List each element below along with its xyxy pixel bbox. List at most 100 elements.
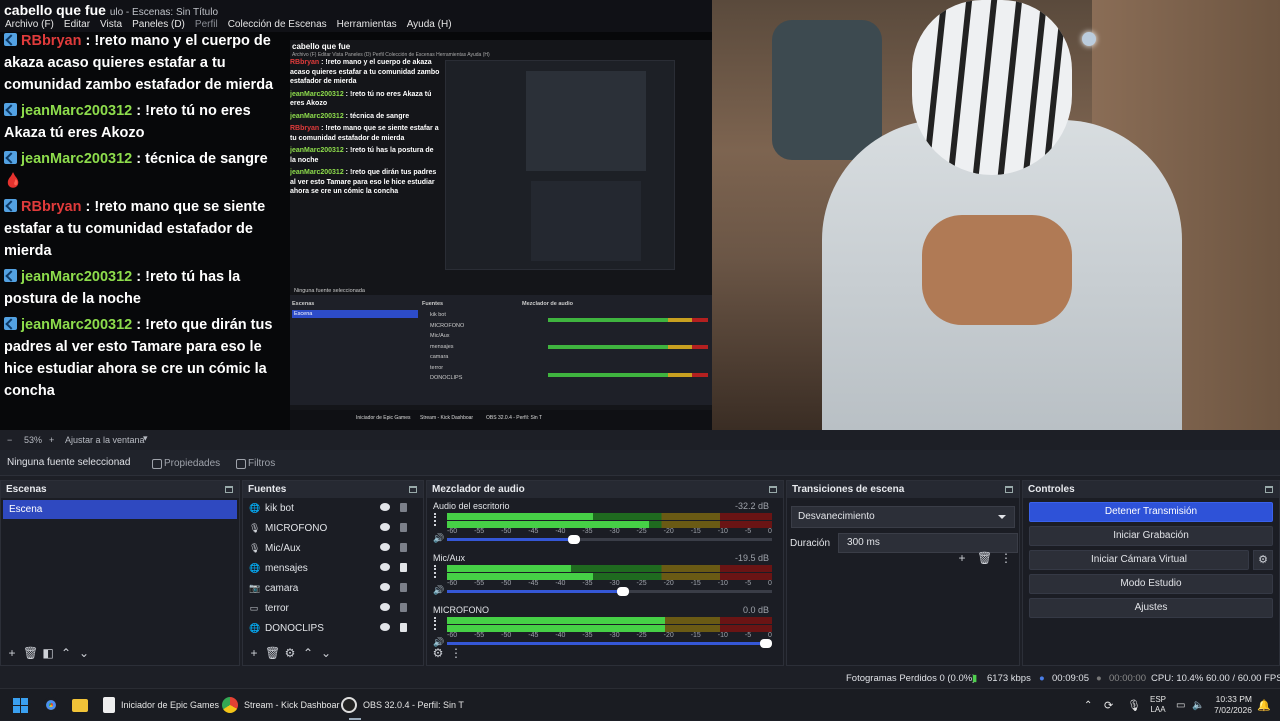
scene-item[interactable]: Escena [3,500,237,519]
filter-icon[interactable]: ◧ [41,646,55,660]
sync-icon[interactable]: ⟳ [1104,689,1113,721]
trash-icon[interactable]: 🗑 [265,646,280,660]
virtual-camera-button[interactable]: Iniciar Cámara Virtual [1029,550,1249,570]
tray-chevron-icon[interactable]: ⌃ [1084,689,1092,721]
chat-message: jeanMarc200312 : !reto que dirán tus pad… [4,314,276,402]
level-meter [447,513,772,520]
lock-icon[interactable] [400,583,407,592]
channel-menu-icon[interactable] [434,513,438,526]
mixer-channel: Mic/Aux -19.5 dB -60 -55 -50 -45 -40 -35 -30 -25-… [427,550,783,602]
eye-icon[interactable] [380,583,390,591]
trash-icon[interactable]: 🗑 [23,646,38,660]
source-item[interactable]: 📷 camara [243,578,423,598]
volume-slider[interactable] [447,587,772,596]
source-item[interactable]: ▭ terror [243,598,423,618]
taskbar-epic-games[interactable]: Iniciador de Epic Games [103,689,219,721]
trash-icon[interactable]: 🗑 [977,551,992,565]
stream-icon: ● [1039,673,1045,684]
move-down-icon[interactable]: ⌄ [77,646,91,660]
scenes-dock: Escenas Escena + 🗑 ◧ ⌃ ⌄ [0,480,240,666]
source-item[interactable]: 🌐 DONOCLIPS [243,618,423,638]
eye-icon[interactable] [380,603,390,611]
menu-dots-icon[interactable]: ⋮ [449,646,463,660]
lock-icon[interactable] [400,523,407,532]
speaker-icon[interactable]: 🔊 [433,533,444,544]
zoom-out-button[interactable]: − [7,435,12,445]
nested-taskbar: Iniciador de Epic Games Stream - Kick Da… [290,410,712,430]
overlay-title: cabello que fue ulo - Escenas: Sin Títul… [4,2,219,18]
windows-taskbar: Iniciador de Epic Games Stream - Kick Da… [0,688,1280,720]
lock-icon[interactable] [400,603,407,612]
start-recording-button[interactable]: Iniciar Grabación [1029,526,1273,546]
channel-menu-icon[interactable] [434,565,438,578]
source-item[interactable]: 🌐 mensajes [243,558,423,578]
mixer-channels: Audio del escritorio -32.2 dB -60 -55 -50 -45… [427,498,783,654]
fit-window-dropdown[interactable]: Ajustar a la ventana [65,435,145,445]
eye-icon[interactable] [380,543,390,551]
move-up-icon[interactable]: ⌃ [59,646,73,660]
start-button[interactable] [13,689,28,721]
undock-icon[interactable] [409,486,417,493]
menu-dots-icon[interactable]: ⋮ [999,551,1013,565]
stream-time: 00:09:05 [1052,673,1089,684]
transition-select[interactable]: Desvanecimiento [791,506,1015,528]
mixer-gear-icon[interactable]: ⚙ [431,646,445,660]
chevron-down-icon[interactable]: ▾ [143,433,148,444]
gear-icon[interactable]: ⚙ [283,646,297,660]
mic-icon[interactable]: 🎙 [1127,689,1141,721]
eye-icon[interactable] [380,523,390,531]
network-icon[interactable]: ▭ [1176,689,1185,721]
lock-icon[interactable] [400,563,407,572]
nested-scene-item: Escena [292,310,418,318]
add-scene-icon[interactable]: + [5,646,19,660]
move-down-icon[interactable]: ⌄ [319,646,333,660]
lock-icon[interactable] [400,503,407,512]
undock-icon[interactable] [769,486,777,493]
nested-recursive-preview [445,60,675,270]
volume-icon[interactable]: 🔈 [1192,689,1204,721]
source-item[interactable]: 🎙 MICROFONO [243,518,423,538]
tick-label: -40 [555,580,566,587]
duration-input[interactable]: 300 ms [838,533,1019,553]
taskbar-kick-dashboard[interactable]: Stream - Kick Dashboar [222,689,340,721]
sources-dock: Fuentes 🌐 kik bot 🎙 MICROFONO 🎙 Mic/Aux 🌐 mensa… [242,480,424,666]
tick-label: -5 [744,632,752,639]
no-source-label: Ninguna fuente seleccionad [7,457,131,468]
undock-icon[interactable] [225,486,233,493]
filters-button[interactable]: Filtros [234,454,275,473]
level-meter [447,625,772,632]
zoom-in-button[interactable]: + [49,435,54,445]
studio-mode-button[interactable]: Modo Estudio [1029,574,1273,594]
clock[interactable]: 10:33 PM 7/02/2026 [1212,689,1252,721]
channel-menu-icon[interactable] [434,617,438,630]
captured-window-titlebar: cabello que fue ulo - Escenas: Sin Títul… [0,0,712,32]
move-up-icon[interactable]: ⌃ [301,646,315,660]
stop-stream-button[interactable]: Detener Transmisión [1029,502,1273,522]
undock-icon[interactable] [1265,486,1273,493]
properties-button[interactable]: Propiedades [150,454,220,473]
undock-icon[interactable] [1005,486,1013,493]
source-item[interactable]: 🎙 Mic/Aux [243,538,423,558]
lock-icon[interactable] [400,623,407,632]
status-bar: Fotogramas Perdidos 0 (0.0%) ▮ 6173 kbps… [0,668,1280,688]
gear-icon[interactable]: ⚙ [1253,550,1273,570]
taskbar-obs[interactable]: OBS 32.0.4 - Perfil: Sin T [341,689,464,721]
chrome-icon[interactable] [43,689,65,721]
tick-label: -50 [501,580,512,587]
eye-icon[interactable] [380,623,390,631]
source-item[interactable]: 🌐 kik bot [243,498,423,518]
lock-icon[interactable] [400,543,407,552]
eye-icon[interactable] [380,503,390,511]
eye-icon[interactable] [380,563,390,571]
speaker-icon[interactable]: 🔊 [433,585,444,596]
stream-preview[interactable]: cabello que fue ulo - Escenas: Sin Títul… [0,0,1280,430]
nested-scenes-header: Escenas [292,301,315,307]
language-indicator[interactable]: ESP LAA [1150,689,1166,721]
notification-bell-icon[interactable]: 🔔 [1257,689,1271,721]
add-transition-icon[interactable]: + [955,551,969,565]
add-source-icon[interactable]: + [247,646,261,660]
volume-slider[interactable] [447,535,772,544]
kick-badge-icon [4,151,17,164]
file-explorer-icon[interactable] [72,689,94,721]
settings-button[interactable]: Ajustes [1029,598,1273,618]
